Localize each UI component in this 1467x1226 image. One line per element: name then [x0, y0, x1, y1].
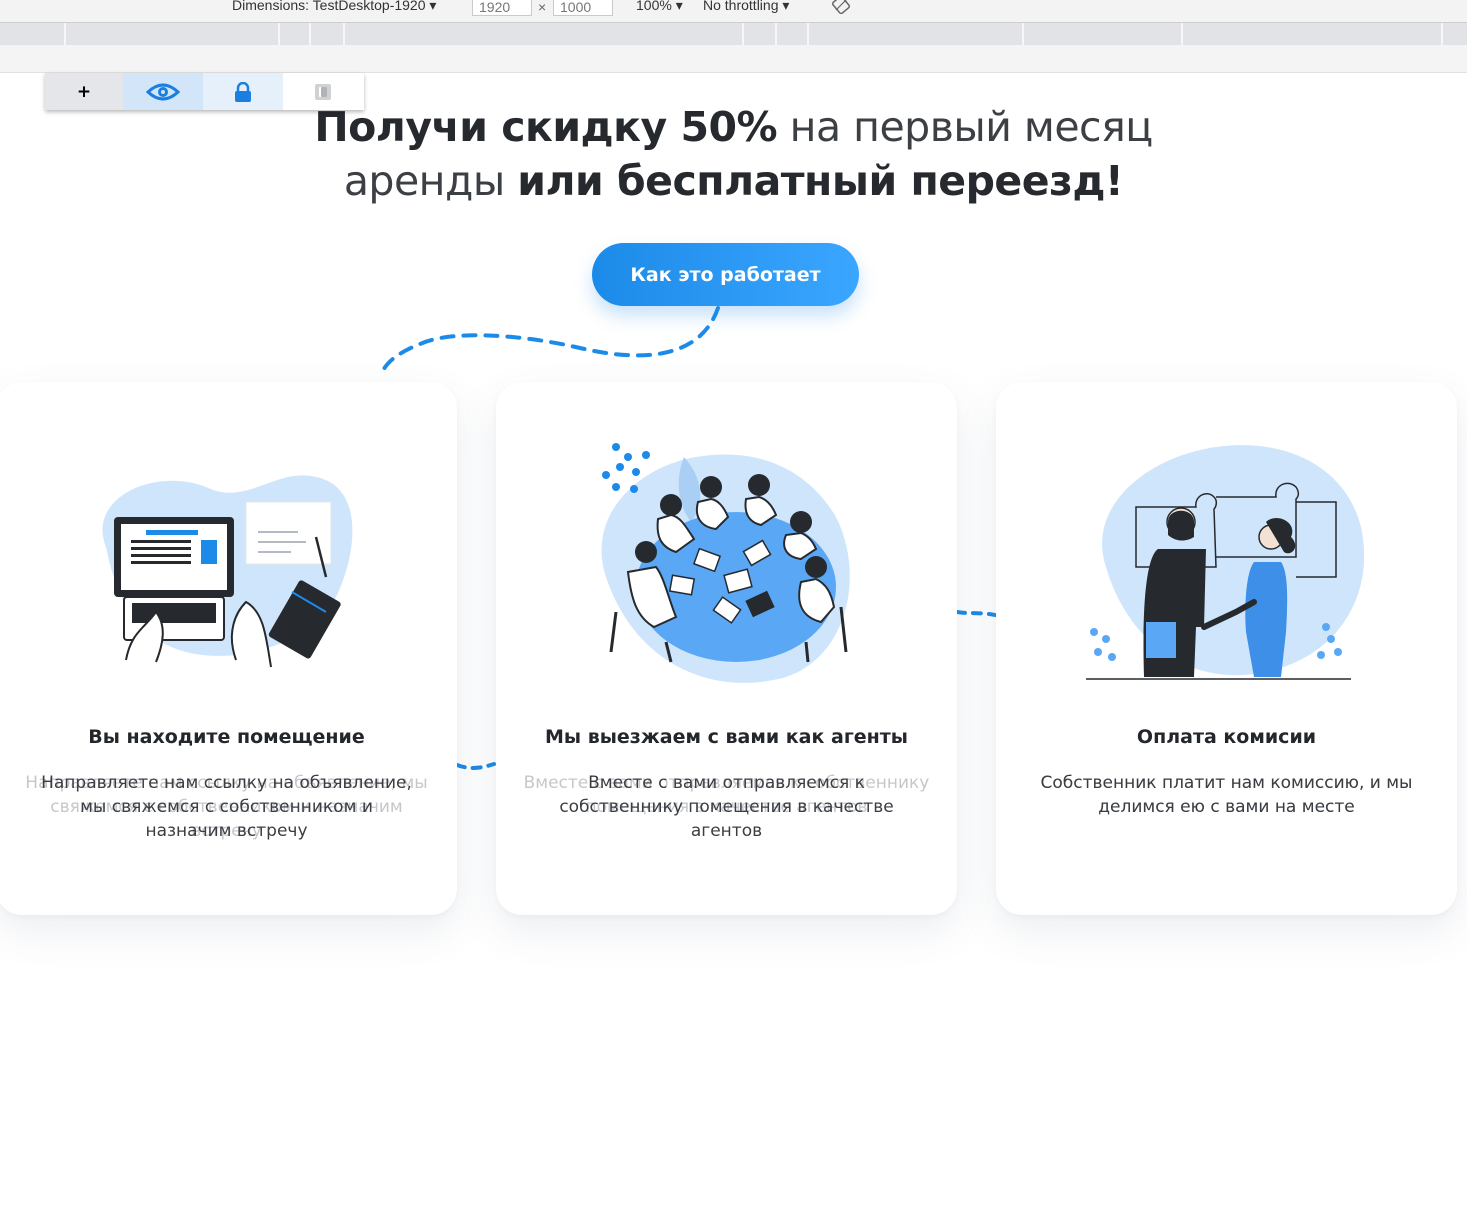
headline-light-1: на первый месяц: [777, 103, 1154, 151]
lock-button[interactable]: [203, 73, 283, 110]
card-text: Вместе с вами отправляемся к собственник…: [559, 773, 894, 841]
frame-icon: [315, 83, 331, 100]
lock-icon: [235, 81, 251, 102]
add-icon: +: [76, 81, 92, 102]
promo-headline: Получи скидку 50% на первый месяц аренды…: [0, 100, 1467, 208]
card-title: Оплата комисии: [1136, 726, 1317, 748]
step-card-commission: Оплата комисии Собственник платит нам ко…: [996, 382, 1457, 915]
frame-button[interactable]: [283, 73, 363, 110]
rotate-icon[interactable]: [832, 0, 850, 14]
media-query-ruler[interactable]: [0, 23, 1467, 45]
throttle-dropdown[interactable]: No throttling ▾: [703, 0, 789, 14]
laptop-illustration: [102, 475, 353, 668]
meeting-illustration: [601, 443, 850, 683]
visibility-button[interactable]: [123, 73, 203, 110]
add-button[interactable]: +: [45, 73, 123, 110]
headline-light-2: аренды: [343, 157, 518, 205]
step-card-visit: Мы выезжаем с вами как агенты Вместе с в…: [496, 382, 957, 915]
handshake-illustration: [1086, 445, 1365, 680]
eye-icon: [146, 83, 180, 100]
devtools-device-toolbar: Dimensions: TestDesktop-1920 ▾ 1920 × 10…: [0, 0, 1467, 23]
card-title: Вы находите помещение: [88, 726, 365, 748]
how-it-works-button[interactable]: Как это работает: [592, 243, 859, 306]
card-text: Направляете нам ссылку на объявление, мы…: [41, 773, 412, 841]
tool-palette: +: [45, 73, 364, 110]
dimensions-dropdown[interactable]: Dimensions: TestDesktop-1920 ▾: [232, 0, 436, 14]
card-title: Мы выезжаем с вами как агенты: [545, 726, 908, 748]
times-sign: ×: [538, 0, 547, 15]
width-input[interactable]: 1920: [472, 0, 532, 16]
zoom-dropdown[interactable]: 100% ▾: [636, 0, 683, 14]
height-input[interactable]: 1000: [553, 0, 613, 16]
step-card-find: Вы находите помещение Направляете нам сс…: [0, 382, 457, 915]
card-text: Собственник платит нам комиссию, и мы де…: [1040, 773, 1413, 817]
headline-bold-2: или бесплатный переезд!: [517, 157, 1124, 205]
viewport-top-strip: [0, 45, 1467, 73]
headline-bold-1: Получи скидку 50%: [314, 103, 778, 151]
